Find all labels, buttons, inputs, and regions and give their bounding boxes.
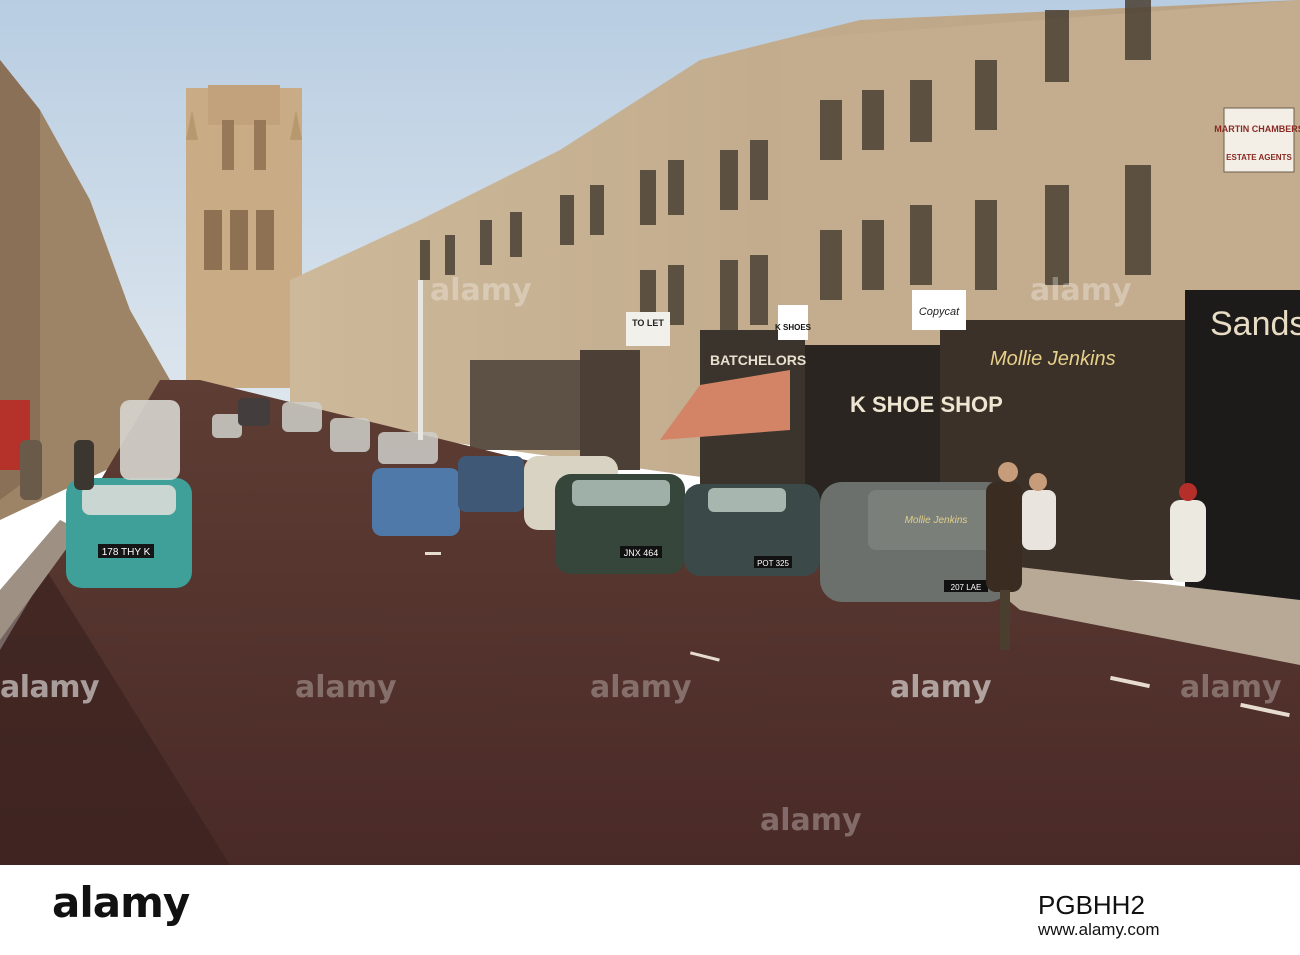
wills-tower (186, 85, 302, 388)
estate-agents-sign: ESTATE AGENTS (1226, 153, 1292, 162)
lamp-post (418, 280, 423, 440)
teal-car-plate: 178 THY K (102, 547, 151, 558)
watermark: alamy (590, 670, 692, 705)
watermark: alamy (295, 670, 397, 705)
teal-car: 178 THY K (66, 478, 192, 588)
k-shoes-sign: K SHOES (775, 323, 812, 332)
watermark: alamy (430, 273, 532, 308)
image-id: PGBHH2 (1038, 890, 1145, 920)
van-plate: 207 LAE (951, 583, 982, 592)
sands-sign: Sands (1210, 305, 1300, 343)
navy-car (458, 456, 524, 512)
to-let-sign: TO LET (632, 318, 664, 328)
dark-car: POT 325 (684, 484, 820, 576)
green-car: JNX 464 (555, 474, 685, 574)
delivery-van: Mollie Jenkins 207 LAE (820, 482, 1010, 602)
watermark: alamy (1030, 273, 1132, 308)
street-photograph: MARTIN CHAMBERS ESTATE AGENTS Sands Moll… (0, 0, 1300, 865)
blue-car (372, 468, 460, 536)
martin-chambers-sign: MARTIN CHAMBERS (1214, 124, 1300, 134)
watermark: alamy (760, 803, 862, 838)
watermark: alamy (0, 670, 100, 705)
watermark: alamy (890, 670, 992, 705)
mollie-jenkins-sign: Mollie Jenkins (990, 348, 1116, 370)
batchelors-sign: BATCHELORS (710, 352, 806, 368)
dark-car-plate: POT 325 (757, 559, 789, 568)
site-url[interactable]: www.alamy.com (1038, 920, 1160, 940)
shoe-shop-sign: K SHOE SHOP (850, 392, 1003, 417)
copycat-sign: Copycat (919, 306, 960, 318)
green-car-plate: JNX 464 (624, 548, 659, 558)
watermark: alamy (1180, 670, 1282, 705)
van-lettering: Mollie Jenkins (905, 515, 968, 526)
alamy-logo: alamy (52, 878, 190, 927)
